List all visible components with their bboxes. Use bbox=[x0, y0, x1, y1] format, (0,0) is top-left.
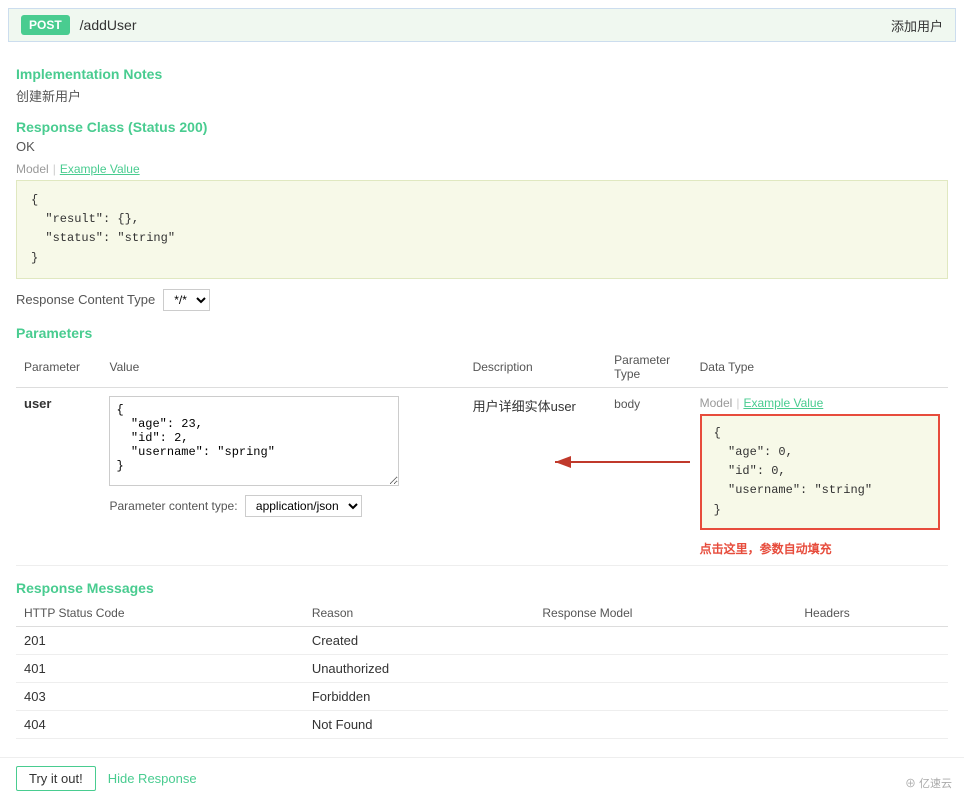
col-data-type: Data Type bbox=[692, 347, 948, 388]
col-headers: Headers bbox=[796, 600, 948, 627]
response-messages-table: HTTP Status Code Reason Response Model H… bbox=[16, 600, 948, 739]
implementation-notes-desc: 创建新用户 bbox=[16, 86, 948, 105]
response-status-code: 403 bbox=[16, 682, 304, 710]
response-headers bbox=[796, 682, 948, 710]
data-model-tab[interactable]: Model bbox=[700, 396, 733, 410]
content-type-select[interactable]: */* bbox=[163, 289, 210, 311]
action-label: 添加用户 bbox=[891, 16, 943, 35]
response-row: 201Created bbox=[16, 626, 948, 654]
response-reason: Unauthorized bbox=[304, 654, 535, 682]
response-row: 403Forbidden bbox=[16, 682, 948, 710]
data-example-tab[interactable]: Example Value bbox=[743, 396, 823, 410]
param-content-type-label: Parameter content type: bbox=[109, 499, 237, 513]
arrow-icon bbox=[545, 442, 700, 482]
response-reason: Created bbox=[304, 626, 535, 654]
response-status-code: 201 bbox=[16, 626, 304, 654]
response-class-status: OK bbox=[16, 139, 948, 154]
col-value: Value bbox=[101, 347, 464, 388]
content-type-label: Response Content Type bbox=[16, 292, 155, 307]
api-header: POST /addUser 添加用户 bbox=[8, 8, 956, 42]
response-messages-title: Response Messages bbox=[16, 580, 948, 596]
param-name: user bbox=[24, 396, 51, 411]
parameters-title: Parameters bbox=[16, 325, 948, 341]
response-reason: Not Found bbox=[304, 710, 535, 738]
col-parameter: Parameter bbox=[16, 347, 101, 388]
implementation-notes-title: Implementation Notes bbox=[16, 66, 948, 82]
response-status-code: 401 bbox=[16, 654, 304, 682]
response-response-model bbox=[534, 710, 796, 738]
param-value-textarea[interactable]: { "age": 23, "id": 2, "username": "sprin… bbox=[109, 396, 399, 486]
param-content-type-select[interactable]: application/json bbox=[245, 495, 362, 517]
response-headers bbox=[796, 654, 948, 682]
col-description: Description bbox=[465, 347, 607, 388]
response-class-title: Response Class (Status 200) bbox=[16, 119, 948, 135]
response-response-model bbox=[534, 626, 796, 654]
response-row: 401Unauthorized bbox=[16, 654, 948, 682]
response-model-tabs: Model | Example Value bbox=[16, 162, 948, 176]
endpoint-path: /addUser bbox=[80, 17, 891, 33]
response-row: 404Not Found bbox=[16, 710, 948, 738]
param-description: 用户详细实体user bbox=[473, 399, 576, 414]
watermark: ⊕ 亿速云 bbox=[905, 775, 952, 791]
method-badge: POST bbox=[21, 15, 70, 35]
param-row-user: user { "age": 23, "id": 2, "username": "… bbox=[16, 387, 948, 565]
col-status-code: HTTP Status Code bbox=[16, 600, 304, 627]
data-example-value-box[interactable]: { "age": 0, "id": 0, "username": "string… bbox=[700, 414, 940, 530]
col-reason: Reason bbox=[304, 600, 535, 627]
response-headers bbox=[796, 626, 948, 654]
parameters-table: Parameter Value Description ParameterTyp… bbox=[16, 347, 948, 566]
try-it-out-button[interactable]: Try it out! bbox=[16, 766, 96, 791]
response-class-code: { "result": {}, "status": "string" } bbox=[16, 180, 948, 279]
response-response-model bbox=[534, 654, 796, 682]
click-hint: 点击这里，参数自动填充 bbox=[700, 540, 940, 557]
response-response-model bbox=[534, 682, 796, 710]
response-reason: Forbidden bbox=[304, 682, 535, 710]
response-status-code: 404 bbox=[16, 710, 304, 738]
col-response-model: Response Model bbox=[534, 600, 796, 627]
hide-response-link[interactable]: Hide Response bbox=[108, 771, 197, 786]
param-data-type-col: Model | Example Value bbox=[692, 387, 948, 565]
model-label: Model bbox=[16, 162, 49, 176]
param-type: body bbox=[614, 397, 640, 411]
response-content-type-row: Response Content Type */* bbox=[16, 289, 948, 311]
response-headers bbox=[796, 710, 948, 738]
bottom-bar: Try it out! Hide Response bbox=[0, 757, 964, 799]
col-parameter-type: ParameterType bbox=[606, 347, 691, 388]
example-value-tab[interactable]: Example Value bbox=[60, 162, 140, 176]
